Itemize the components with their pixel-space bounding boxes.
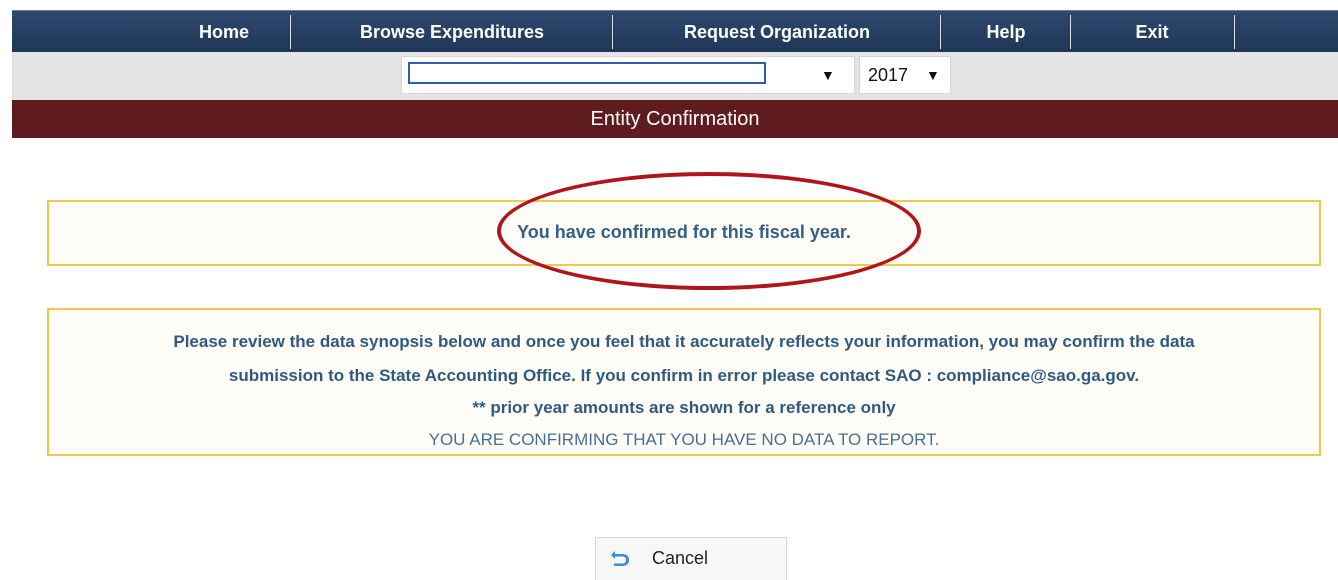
nav-divider [940, 15, 941, 49]
cancel-button-label: Cancel [652, 548, 709, 568]
nav-request-organization[interactable]: Request Organization [614, 11, 940, 53]
nav-divider [1070, 15, 1071, 49]
organization-select[interactable]: ▼ [401, 56, 855, 94]
status-panel: You have confirmed for this fiscal year. [47, 200, 1321, 266]
chevron-down-icon: ▼ [926, 67, 940, 83]
nav-home[interactable]: Home [160, 11, 288, 53]
return-arrow-icon [611, 551, 629, 566]
nav-exit[interactable]: Exit [1072, 11, 1232, 53]
no-data-notice: YOU ARE CONFIRMING THAT YOU HAVE NO DATA… [428, 430, 940, 449]
info-line: submission to the State Accounting Offic… [228, 366, 1140, 385]
info-line: ** prior year amounts are shown for a re… [472, 398, 896, 417]
cancel-button[interactable]: Cancel [595, 537, 787, 580]
nav-browse-expenditures[interactable]: Browse Expenditures [292, 11, 612, 53]
nav-divider [1234, 15, 1235, 49]
organization-select-value[interactable] [408, 62, 766, 84]
page-title: Entity Confirmation [12, 100, 1338, 138]
nav-divider [290, 15, 291, 49]
nav-divider [612, 15, 613, 49]
status-message: You have confirmed for this fiscal year. [517, 222, 851, 242]
fiscal-year-select[interactable]: 2017 ▼ [859, 56, 951, 94]
info-line: Please review the data synopsis below an… [173, 332, 1195, 351]
fiscal-year-value: 2017 [868, 65, 909, 85]
nav-help[interactable]: Help [942, 11, 1070, 53]
selector-bar: ▼ 2017 ▼ [12, 52, 1338, 100]
main-nav: Home Browse Expenditures Request Organiz… [12, 10, 1338, 53]
info-panel: Please review the data synopsis below an… [47, 308, 1321, 456]
chevron-down-icon: ▼ [821, 67, 835, 83]
